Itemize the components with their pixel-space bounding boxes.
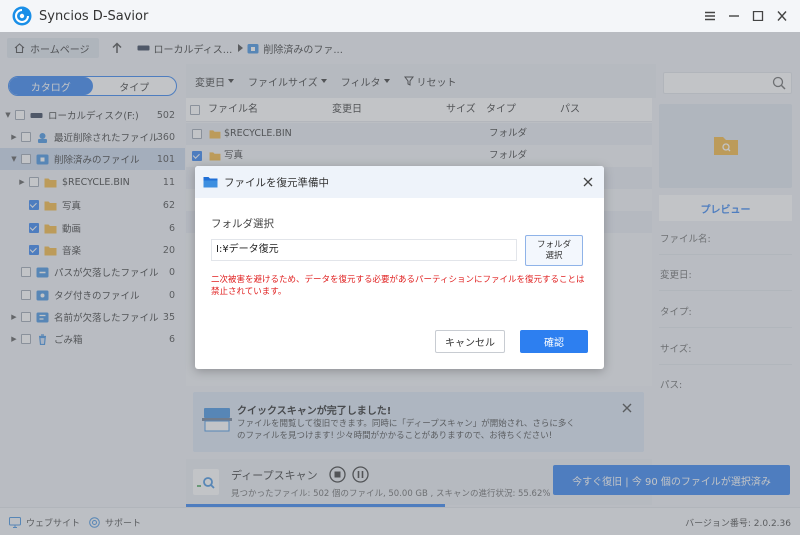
output-path-field[interactable]: I:¥データ復元 bbox=[211, 239, 517, 261]
dialog-title: ファイルを復元準備中 bbox=[224, 176, 329, 189]
folder-select-button-line1: フォルダ bbox=[536, 239, 571, 250]
minimize-icon[interactable] bbox=[722, 4, 746, 28]
title-bar: Syncios D-Savior bbox=[0, 0, 800, 32]
window-controls bbox=[698, 0, 794, 32]
folder-select-button[interactable]: フォルダ 選択 bbox=[525, 235, 583, 266]
dialog-header: ファイルを復元準備中 bbox=[195, 166, 604, 198]
close-icon[interactable] bbox=[770, 4, 794, 28]
folder-open-icon bbox=[203, 177, 218, 188]
restore-warning-text: 二次被害を避けるため、データを復元する必要があるパーティションにファイルを復元す… bbox=[211, 275, 585, 297]
dialog-close-icon[interactable] bbox=[581, 175, 595, 189]
cancel-button[interactable]: キャンセル bbox=[435, 330, 505, 353]
confirm-button[interactable]: 確認 bbox=[520, 330, 588, 353]
folder-select-label: フォルダ選択 bbox=[211, 218, 274, 230]
app-title: Syncios D-Savior bbox=[39, 8, 149, 24]
folder-select-button-line2: 選択 bbox=[545, 250, 563, 261]
maximize-icon[interactable] bbox=[746, 4, 770, 28]
menu-icon[interactable] bbox=[698, 4, 722, 28]
restore-dialog: ファイルを復元準備中 フォルダ選択 I:¥データ復元 フォルダ 選択 二次被害を… bbox=[195, 166, 604, 369]
app-logo-icon bbox=[12, 6, 32, 26]
